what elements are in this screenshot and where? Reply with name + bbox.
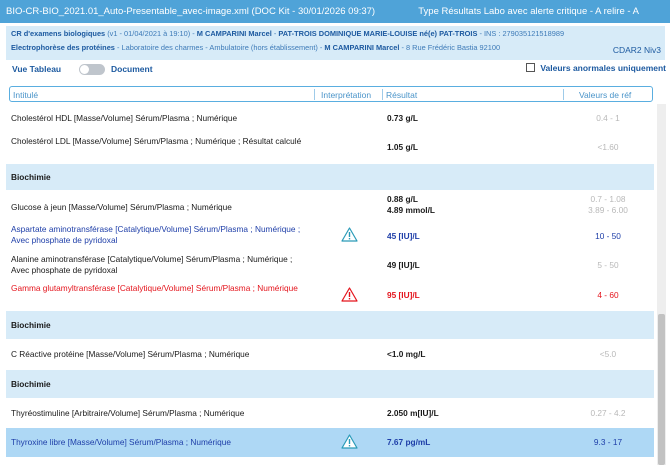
document-title: BIO-CR-BIO_2021.01_Auto-Presentable_avec… xyxy=(6,6,376,17)
row-ref: 4 - 60 xyxy=(597,290,619,300)
section-header: Biochimie xyxy=(6,164,654,190)
toggle-knob xyxy=(80,65,89,74)
row-label: Gamma glutamyltransférase [Catalytique/V… xyxy=(11,283,298,293)
window-titlebar: BIO-CR-BIO_2021.01_Auto-Presentable_avec… xyxy=(0,0,670,23)
row-result: 49 [IU]/L xyxy=(387,260,420,270)
header-divider xyxy=(563,89,564,100)
lab-info: - Laboratoire des charmes - Ambulatoire … xyxy=(114,43,325,52)
header-divider xyxy=(382,89,383,100)
row-label: Cholestérol HDL [Masse/Volume] Sérum/Pla… xyxy=(11,113,238,123)
doctor-address: - 8 Rue Frédéric Bastia 92100 xyxy=(399,43,501,52)
section-label: Biochimie xyxy=(11,172,51,182)
doc-label: CR d'examens biologiques xyxy=(11,29,106,38)
header-interpretation[interactable]: Interprétation xyxy=(321,90,371,100)
header-divider xyxy=(314,89,315,100)
header-resultat[interactable]: Résultat xyxy=(386,90,417,100)
info-line-2: Electrophorèse des protéines - Laboratoi… xyxy=(11,43,500,53)
row-ref-secondary: 3.89 - 6.00 xyxy=(588,205,628,215)
row-ref: 10 - 50 xyxy=(595,231,621,241)
row-ref: 0.27 - 4.2 xyxy=(590,408,626,418)
warning-triangle-icon xyxy=(341,227,358,242)
patient-full-name: PAT-TROIS DOMINIQUE MARIE-LOUISE né(e) P… xyxy=(278,29,478,38)
ins-number: - INS : 279035121518989 xyxy=(477,29,565,38)
doc-version: (v1 - 01/04/2021 à 19:10) - xyxy=(105,29,197,38)
table-row[interactable]: Alanine aminotransférase [Catalytique/Vo… xyxy=(6,252,654,281)
view-toggle-switch[interactable] xyxy=(79,64,105,75)
row-result-secondary: 4.89 mmol/L xyxy=(387,205,435,215)
row-result: <1.0 mg/L xyxy=(387,349,426,359)
header-intitule[interactable]: Intitulé xyxy=(13,90,38,100)
alert-triangle-icon xyxy=(341,287,358,302)
abnormal-only-label: Valeurs anormales uniquement xyxy=(540,63,666,73)
table-row[interactable]: Glucose à jeun [Masse/Volume] Sérum/Plas… xyxy=(6,190,654,222)
row-label: Glucose à jeun [Masse/Volume] Sérum/Plas… xyxy=(11,202,232,212)
row-result: 1.05 g/L xyxy=(387,142,418,152)
section-label: Biochimie xyxy=(11,320,51,330)
row-ref: 5 - 50 xyxy=(597,260,619,270)
table-row-selected[interactable]: Thyroxine libre [Masse/Volume] Sérum/Pla… xyxy=(6,428,654,457)
document-info-panel: CR d'examens biologiques (v1 - 01/04/202… xyxy=(6,26,665,60)
abnormal-only-option[interactable]: Valeurs anormales uniquement xyxy=(526,63,666,73)
section-header: Biochimie xyxy=(6,311,654,339)
row-result: 7.67 pg/mL xyxy=(387,437,431,447)
table-row[interactable]: Gamma glutamyltransférase [Catalytique/V… xyxy=(6,281,654,311)
table-row[interactable]: Cholestérol LDL [Masse/Volume] Sérum/Pla… xyxy=(6,132,654,164)
row-result: 0.88 g/L xyxy=(387,194,418,204)
results-table-header: Intitulé Interprétation Résultat Valeurs… xyxy=(9,86,653,102)
row-label: Aspartate aminotransférase [Catalytique/… xyxy=(11,224,301,245)
row-label: Thyroxine libre [Masse/Volume] Sérum/Pla… xyxy=(11,437,231,447)
row-result: 0.73 g/L xyxy=(387,113,418,123)
row-ref: <1.60 xyxy=(597,142,619,152)
section-header: Biochimie xyxy=(6,370,654,398)
section-label: Biochimie xyxy=(11,379,51,389)
cdar-level: CDAR2 Niv3 xyxy=(612,45,661,55)
row-result: 95 [IU]/L xyxy=(387,290,420,300)
row-ref: <5.0 xyxy=(599,349,617,359)
info-line-1: CR d'examens biologiques (v1 - 01/04/202… xyxy=(11,29,564,39)
table-row[interactable]: Cholestérol HDL [Masse/Volume] Sérum/Pla… xyxy=(6,104,654,132)
view-table-label: Vue Tableau xyxy=(12,64,62,74)
scrollbar-thumb[interactable] xyxy=(658,314,665,465)
warning-triangle-icon xyxy=(341,434,358,449)
document-type: Type Résultats Labo avec alerte critique… xyxy=(418,6,639,17)
header-ref[interactable]: Valeurs de réf xyxy=(579,90,631,100)
row-label: C Réactive protéine [Masse/Volume] Sérum… xyxy=(11,349,250,359)
table-row[interactable]: C Réactive protéine [Masse/Volume] Sérum… xyxy=(6,339,654,370)
row-label: Cholestérol LDL [Masse/Volume] Sérum/Pla… xyxy=(11,136,302,146)
table-row[interactable]: Thyréostimuline [Arbitraire/Volume] Séru… xyxy=(6,398,654,428)
row-ref: 9.3 - 17 xyxy=(593,437,623,447)
vertical-scrollbar[interactable] xyxy=(657,104,666,465)
exam-label: Electrophorèse des protéines xyxy=(11,43,115,52)
patient-name: M CAMPARINI Marcel xyxy=(196,29,272,38)
abnormal-only-checkbox[interactable] xyxy=(526,63,536,72)
row-label: Alanine aminotransférase [Catalytique/Vo… xyxy=(11,254,293,275)
row-label: Thyréostimuline [Arbitraire/Volume] Séru… xyxy=(11,408,245,418)
row-ref: 0.4 - 1 xyxy=(596,113,620,123)
view-document-label: Document xyxy=(111,64,153,74)
doctor-name: M CAMPARINI Marcel xyxy=(324,43,400,52)
row-result: 45 [IU]/L xyxy=(387,231,420,241)
row-ref: 0.7 - 1.08 xyxy=(590,194,626,204)
table-row[interactable]: Aspartate aminotransférase [Catalytique/… xyxy=(6,222,654,252)
row-result: 2.050 m[IU]/L xyxy=(387,408,439,418)
